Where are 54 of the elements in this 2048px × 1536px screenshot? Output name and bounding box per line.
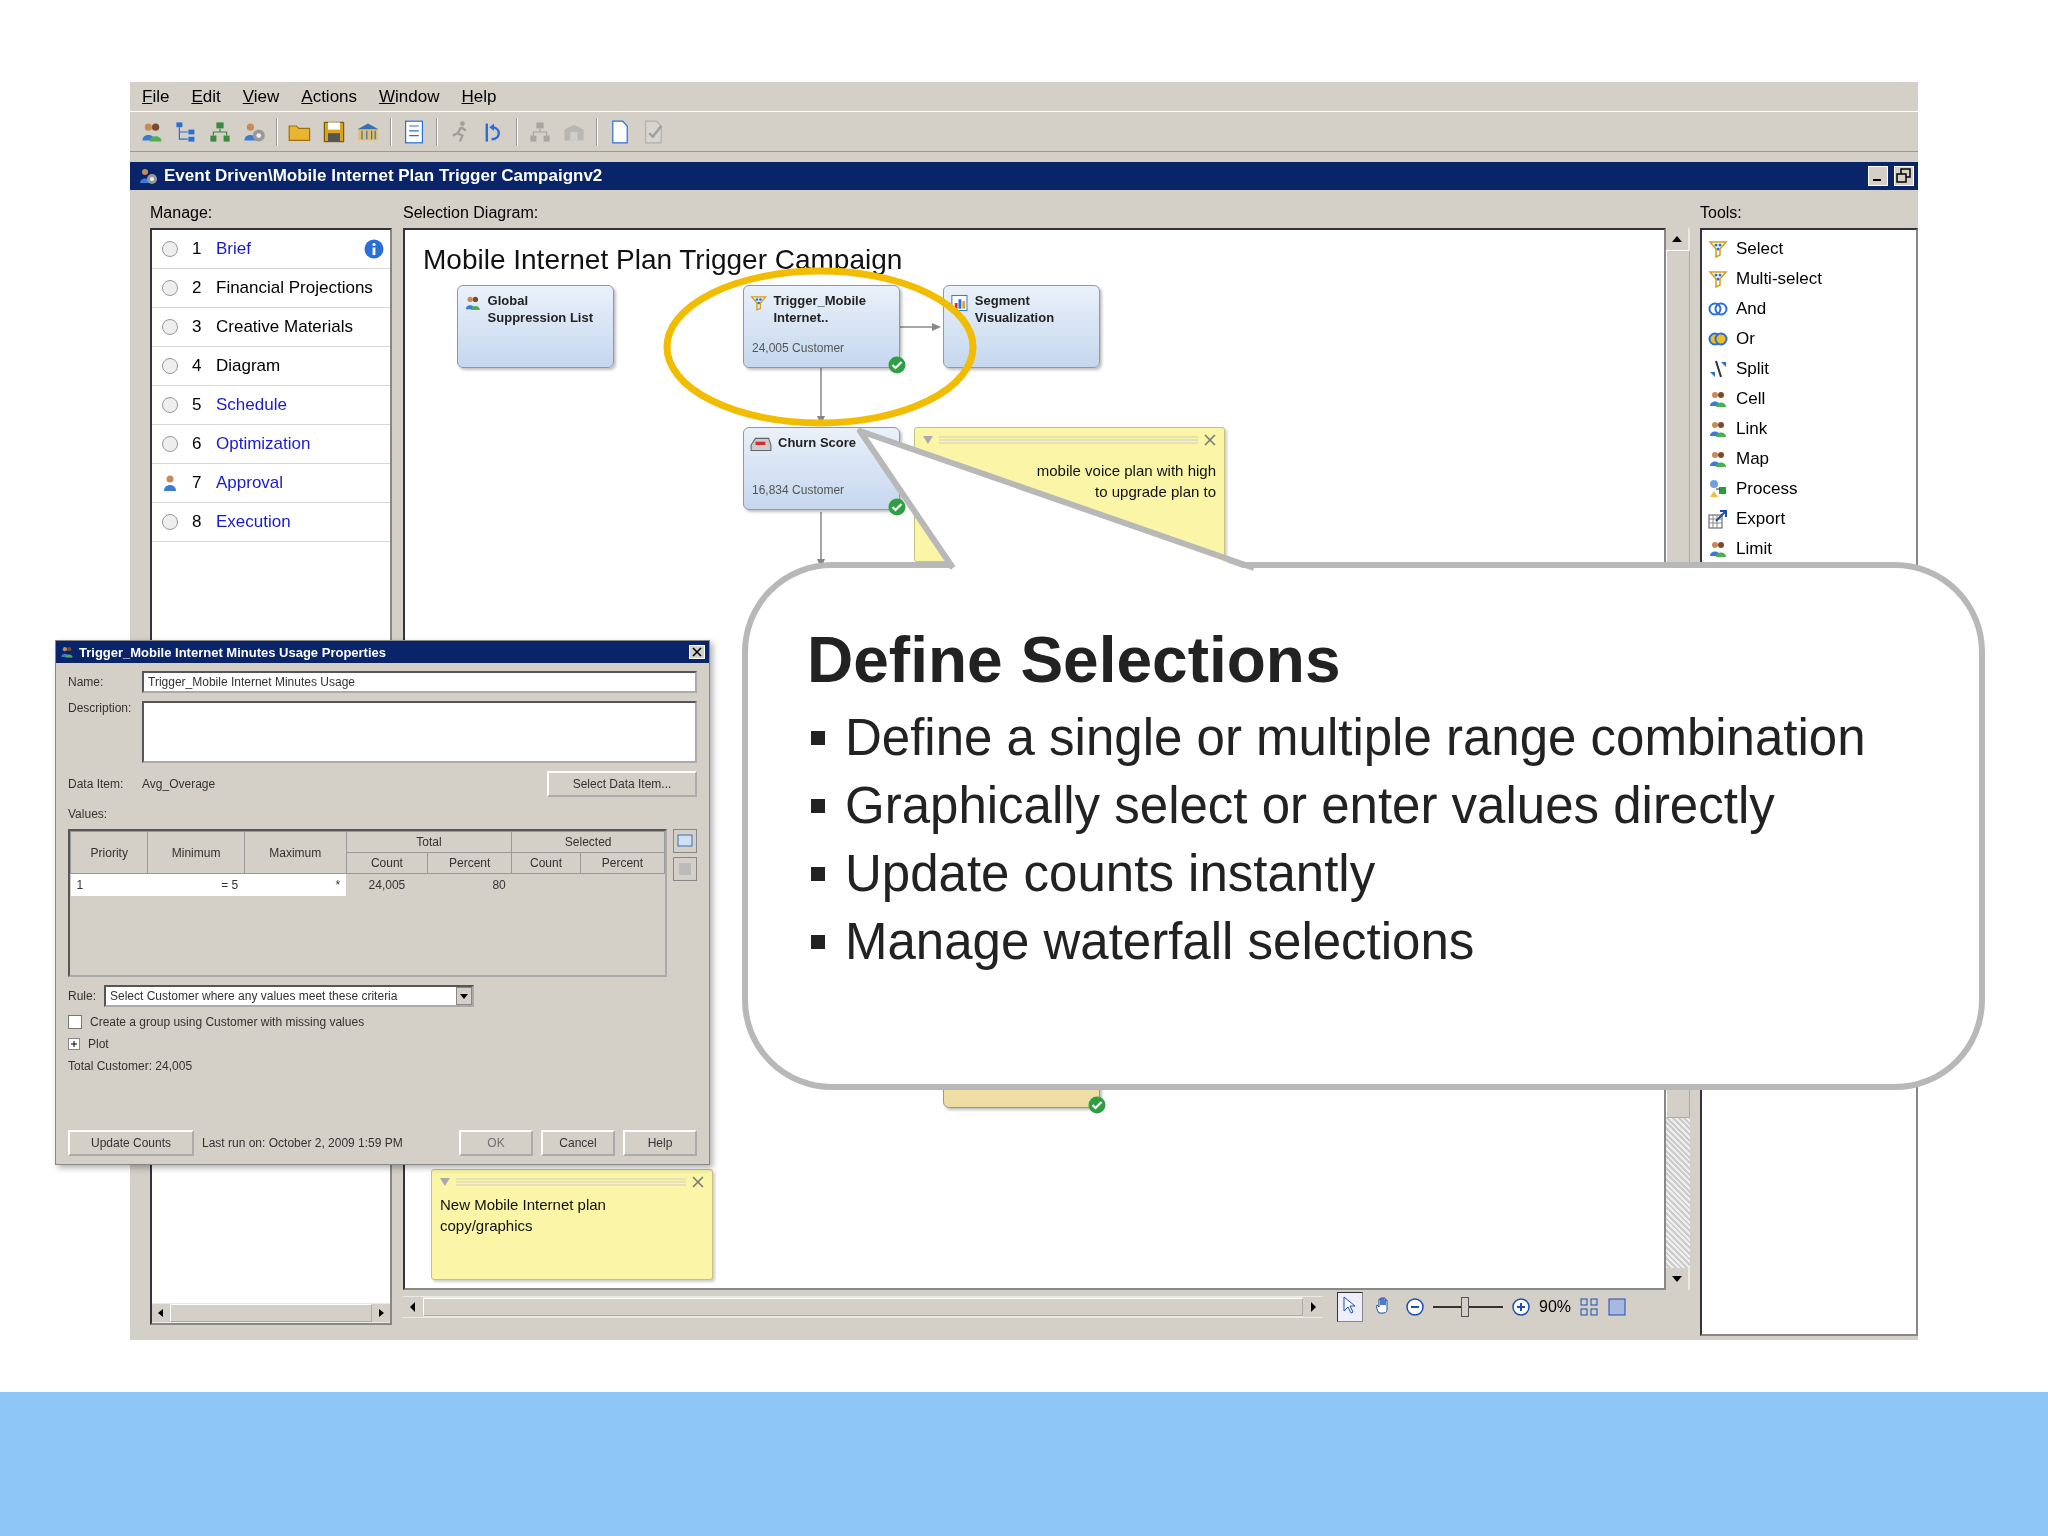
tool-label: Multi-select <box>1736 269 1822 289</box>
item-number: 4 <box>192 356 203 376</box>
tool-label: Split <box>1736 359 1770 379</box>
item-number: 3 <box>192 317 203 337</box>
item-number: 7 <box>192 473 203 493</box>
node-title: Trigger_Mobile Internet.. <box>773 292 867 326</box>
field-label: Description: <box>68 701 133 715</box>
item-number: 5 <box>192 395 203 415</box>
last-run-text: Last run on: October 2, 2009 1:59 PM <box>202 1136 403 1150</box>
total-text: Total Customer: 24,005 <box>68 1059 194 1073</box>
bullet-text: Manage waterfall selections <box>845 912 1475 972</box>
diagram-title: Mobile Internet Plan Trigger Campaign <box>423 244 903 276</box>
tool-label: Cell <box>1736 389 1766 409</box>
item-label: Financial Projections <box>216 278 374 298</box>
tool-label: Process <box>1736 479 1798 499</box>
tool-label: Select <box>1736 239 1784 259</box>
tool-label: Export <box>1736 509 1786 529</box>
section-label: Values: <box>68 807 109 821</box>
tool-label: Or <box>1736 329 1755 349</box>
note-text: New Mobile Internet plan copy/graphics <box>440 1195 607 1236</box>
bullet-text: Update counts instantly <box>845 844 1376 904</box>
field-label: Rule: <box>68 989 96 1003</box>
note-text: mobile voice plan with high to upgrade plan to <box>1035 461 1216 502</box>
checkbox-label: Create a group using Customer with missing values <box>90 1015 365 1029</box>
item-number: 8 <box>192 512 203 532</box>
tool-label: And <box>1736 299 1767 319</box>
panel-label: Manage: <box>150 203 214 223</box>
field-label: Data Item: <box>68 777 125 791</box>
panel-label: Tools: <box>1700 203 1743 223</box>
field-value: Avg_Overage <box>142 777 216 791</box>
bullet-text: Define a single or multiple range combination <box>845 708 1866 768</box>
node-title: Global Suppression List <box>487 292 595 326</box>
bullet-text: Graphically select or enter values directly <box>845 776 1775 836</box>
item-number: 6 <box>192 434 203 454</box>
node-title: Churn Score <box>778 434 856 451</box>
node-count: 24,005 Customer <box>752 341 845 355</box>
panel-label: Selection Diagram: <box>403 203 540 223</box>
tool-label: Link <box>1736 419 1768 439</box>
item-number: 1 <box>192 239 203 259</box>
dialog-title: Trigger_Mobile Internet Minutes Usage Properties <box>79 644 386 660</box>
node-title: Segment Visualization <box>974 292 1056 326</box>
node-count: 16,834 Customer <box>752 483 845 497</box>
zoom-percent: 90% <box>1539 1298 1572 1316</box>
section-label: Plot <box>88 1037 109 1051</box>
callout-title: Define Selections <box>807 623 1342 698</box>
item-label: Diagram <box>216 356 282 376</box>
item-number: 2 <box>192 278 203 298</box>
item-label: Creative Materials <box>216 317 354 337</box>
table-cell: 80 <box>427 873 512 896</box>
field-label: Name: <box>68 675 105 689</box>
tool-label: Limit <box>1736 539 1772 559</box>
window-title: Event Driven\Mobile Internet Plan Trigger Campaignv2 <box>164 166 603 186</box>
tool-label: Map <box>1736 449 1770 469</box>
table-cell: 24,005 <box>346 873 428 896</box>
